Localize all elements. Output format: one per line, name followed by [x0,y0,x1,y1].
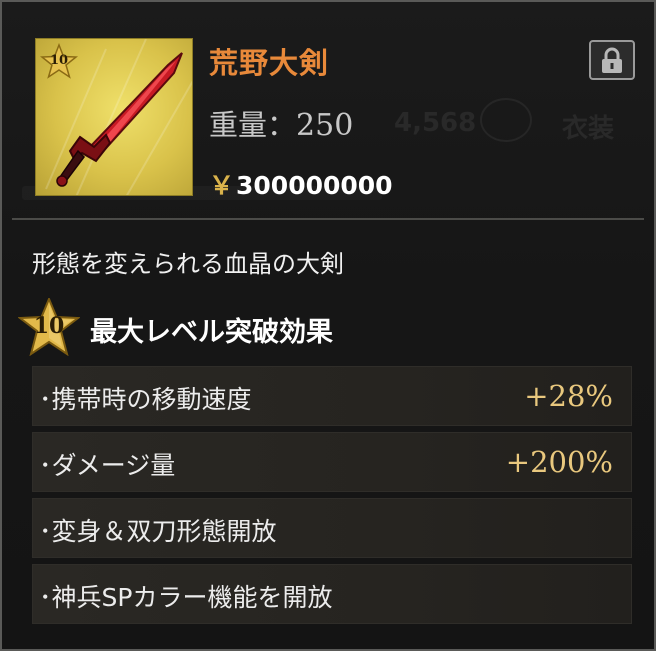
effect-value: +28% [524,379,613,413]
item-star-badge: 10 [40,43,78,81]
background-costume-label: 衣装 [562,114,615,144]
weight-row: 重量：250 [209,102,353,144]
item-name: 荒野大剣 [209,46,330,80]
background-eye-icon [480,98,532,142]
weight-value: 250 [296,108,354,143]
currency-icon: ￥ [209,171,235,200]
item-tooltip-panel: 4,568 衣装 10 荒野大剣 重量：250 ￥300000000 形態を変え… [0,0,656,651]
divider [12,218,644,220]
effect-row: ･変身＆双刀形態開放 [32,498,632,558]
max-level-header: 10 最大レベル突破効果 [16,298,636,358]
effect-label: ･変身＆双刀形態開放 [39,517,277,546]
item-icon: 10 [35,38,193,196]
effect-list: ･携帯時の移動速度 +28% ･ダメージ量 +200% ･変身＆双刀形態開放 ･… [32,366,632,630]
effect-row: ･ダメージ量 +200% [32,432,632,492]
effect-row: ･携帯時の移動速度 +28% [32,366,632,426]
lock-button[interactable] [589,40,635,80]
max-level-star-number: 10 [33,313,65,339]
price-row: ￥300000000 [209,166,393,202]
item-star-level: 10 [49,53,69,68]
effect-row: ･神兵SPカラー機能を開放 [32,564,632,624]
effect-value: +200% [505,445,613,479]
effect-label: ･ダメージ量 [39,451,176,480]
effect-label: ･携帯時の移動速度 [39,385,252,414]
max-level-title: 最大レベル突破効果 [90,317,333,348]
price-value: 300000000 [236,171,393,200]
lock-icon [602,47,622,73]
weight-label: 重量： [209,108,297,142]
item-description: 形態を変えられる血晶の大剣 [32,250,344,278]
effect-label: ･神兵SPカラー機能を開放 [39,583,333,612]
max-level-star: 10 [18,298,80,356]
background-number: 4,568 [394,108,477,138]
